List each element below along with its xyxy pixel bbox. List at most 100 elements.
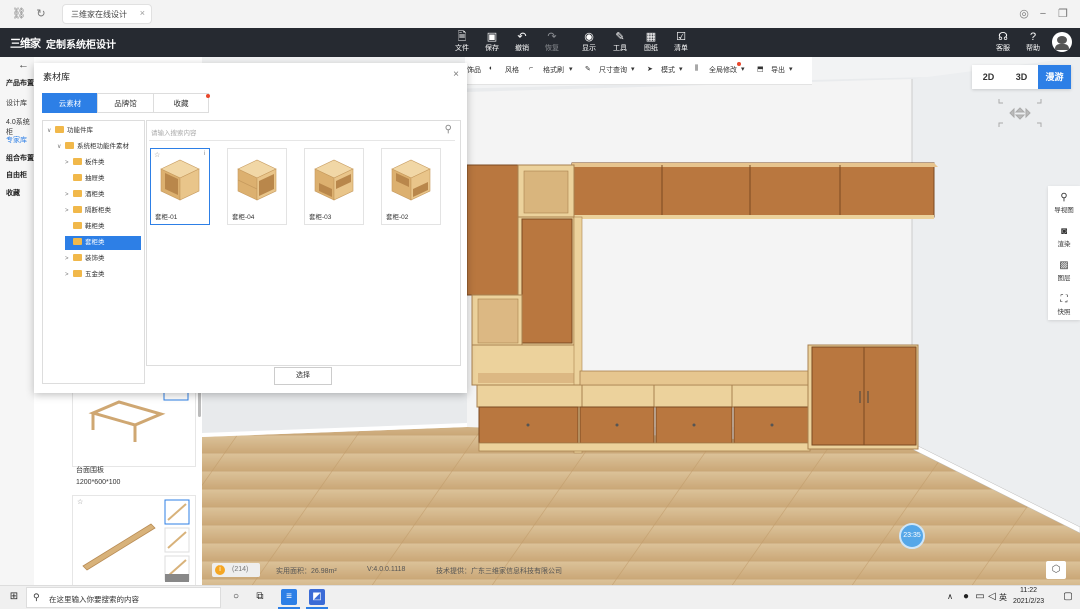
timer-badge[interactable]: 23:35 (899, 523, 925, 549)
tree-node[interactable]: > 装饰类 (65, 252, 141, 266)
person-icon: ⚲ (1060, 192, 1068, 203)
checklist-icon: ☑ (676, 31, 686, 43)
tree-node[interactable]: ∨ 功能件库 (47, 124, 141, 138)
nav-expert-library[interactable]: 专家库 (6, 135, 27, 145)
tree-node-selected[interactable]: 套柜类 (65, 236, 141, 250)
settings-icon[interactable]: ◎ (1017, 7, 1031, 21)
file-button[interactable]: 🗎 文件 (450, 30, 474, 53)
headset-icon: ☊ (998, 31, 1008, 43)
folder-icon (65, 141, 74, 149)
render-button[interactable]: ◙ 渲染 (1048, 226, 1080, 248)
tree-node[interactable]: > 五金类 (65, 268, 141, 282)
tab-brand-hall[interactable]: 品牌馆 (97, 93, 154, 113)
taskbar: ⊞ ⚲ 在这里输入你要搜索的内容 ○ ⧉ ≡ ◩ ∧ ● ▭ ◁ 英 11:22… (0, 585, 1080, 609)
file-icon: 🗎 (457, 31, 467, 43)
save-button[interactable]: ▣ 保存 (480, 30, 504, 53)
size-query-button[interactable]: 尺寸查询 (599, 65, 627, 75)
search-input[interactable]: 请输入搜索内容 (151, 127, 197, 137)
redo-button[interactable]: ↷ 恢复 (540, 30, 564, 53)
tree-node[interactable]: > 板件类 (65, 156, 141, 170)
material-item[interactable]: ☆ i 套柜-01 (150, 148, 210, 225)
tree-node[interactable]: > 隔断柜类 (65, 204, 141, 218)
tree-node[interactable]: > 酒柜类 (65, 188, 141, 202)
clock-time: 11:22 (1020, 587, 1037, 594)
volume-icon[interactable]: ◁ (984, 589, 1000, 605)
app-icon[interactable]: ◩ (309, 589, 325, 605)
drawing-button[interactable]: ▦ 图纸 (639, 30, 663, 53)
close-icon[interactable]: × (140, 8, 145, 18)
tree-node[interactable]: ∨ 系统柜功能件素材 (57, 140, 141, 154)
browser-app-icon[interactable]: ≡ (281, 589, 297, 605)
area-text: 实用面积：26.98m² (276, 568, 337, 575)
eye-icon: ◉ (584, 31, 594, 43)
gallery-button[interactable]: ▨ 图层 (1048, 260, 1080, 282)
display-button[interactable]: ◉ 显示 (577, 30, 601, 53)
tab-cloud-materials[interactable]: 云素材 (42, 93, 98, 113)
material-item[interactable]: 套柜-04 (227, 148, 287, 225)
mode-3d[interactable]: 3D (1005, 65, 1038, 89)
material-item[interactable]: 套柜-02 (381, 148, 441, 225)
minimize-icon[interactable]: − (1036, 7, 1050, 21)
list-button[interactable]: ☑ 清单 (669, 30, 693, 53)
global-edit-button[interactable]: 全局修改 (709, 65, 737, 75)
undo-button[interactable]: ↶ 撤销 (510, 30, 534, 53)
folder-icon (55, 125, 64, 133)
notification-dot (206, 94, 210, 98)
nav-design-library[interactable]: 设计库 (6, 98, 27, 108)
search-bar[interactable]: 请输入搜索内容 ⚲ (149, 123, 455, 141)
nav-product-layout[interactable]: 产品布置 (6, 78, 34, 88)
notification-icon[interactable]: ▢ (1060, 589, 1076, 605)
ornaments-button[interactable]: 饰品 (467, 65, 481, 75)
help-button[interactable]: ? 帮助 (1021, 30, 1045, 53)
count-badge[interactable]: i (214) (212, 563, 260, 577)
cube-icon[interactable]: ⬡ (1046, 561, 1066, 579)
mode-button[interactable]: 模式 (661, 65, 675, 75)
task-view-icon[interactable]: ⧉ (252, 589, 268, 605)
avatar[interactable] (1052, 32, 1072, 52)
taskbar-search[interactable]: ⚲ 在这里输入你要搜索的内容 (26, 587, 221, 608)
search-icon[interactable]: ⚲ (445, 124, 452, 135)
tree-node[interactable]: 抽屉类 (65, 172, 141, 186)
export-button[interactable]: 导出 (771, 65, 785, 75)
nav-favorites[interactable]: 收藏 (6, 188, 20, 198)
format-brush-button[interactable]: 格式刷 (543, 65, 564, 75)
select-button[interactable]: 选择 (274, 367, 332, 385)
browser-tab[interactable]: 三维家在线设计 × (62, 4, 152, 24)
folder-icon (73, 157, 82, 165)
browser-bar: ⛓ ↻ 三维家在线设计 × ◎ − ❐ (0, 0, 1080, 29)
view-mode-switch: 2D 3D 漫游 (972, 65, 1071, 89)
taskbar-search-input[interactable]: 在这里输入你要搜索的内容 (49, 594, 139, 605)
material-item[interactable]: 套柜-03 (304, 148, 364, 225)
folder-icon (73, 253, 82, 261)
ime-indicator[interactable]: 英 (999, 592, 1007, 603)
left-nav: ← 产品布置 设计库 4.0系统柜 专家库 组合布置 自由柜 收藏 (0, 57, 35, 585)
cabinet-thumbnail (314, 159, 354, 201)
service-button[interactable]: ☊ 客服 (991, 30, 1015, 53)
close-icon[interactable]: × (453, 69, 459, 80)
style-button[interactable]: 风格 (505, 65, 519, 75)
restore-icon[interactable]: ❐ (1056, 7, 1070, 21)
provider-text: 技术提供：广东三维家信息科技有限公司 (436, 568, 562, 575)
back-arrow-icon[interactable]: ← (18, 59, 29, 71)
snapshot-button[interactable]: ⛶ 快照 (1048, 294, 1080, 316)
nav-combo-layout[interactable]: 组合布置 (6, 153, 34, 163)
cursor-icon: ➤ (647, 66, 653, 73)
secondary-toolbar: 饰品 ◐ 风格 ⌐ 格式刷 ▾ ✎ 尺寸查询 ▾ ➤ 模式 ▾ ⫼ 全局修改 ▾… (465, 57, 812, 85)
windows-icon[interactable]: ⊞ (6, 589, 22, 605)
nav-free-cabinet[interactable]: 自由柜 (6, 170, 27, 180)
tab-favorites[interactable]: 收藏 (153, 93, 209, 113)
reload-icon[interactable]: ↻ (34, 7, 48, 21)
link-icon[interactable]: ⛓ (12, 7, 26, 21)
mode-walkthrough[interactable]: 漫游 (1038, 65, 1071, 89)
export-icon: ⬒ (757, 66, 764, 73)
material-card[interactable]: ☆ (72, 495, 196, 587)
material-name: 套柜-04 (232, 214, 255, 221)
chevron-up-icon[interactable]: ∧ (942, 589, 958, 605)
nav-system-cabinet[interactable]: 4.0系统柜 (6, 117, 34, 137)
tools-button[interactable]: ✎ 工具 (608, 30, 632, 53)
mode-2d[interactable]: 2D (972, 65, 1005, 89)
guide-view-button[interactable]: ⚲ 导视图 (1048, 192, 1080, 214)
cortana-icon[interactable]: ○ (228, 589, 244, 605)
save-icon: ▣ (486, 31, 498, 43)
tree-node[interactable]: 鞋柜类 (65, 220, 141, 234)
